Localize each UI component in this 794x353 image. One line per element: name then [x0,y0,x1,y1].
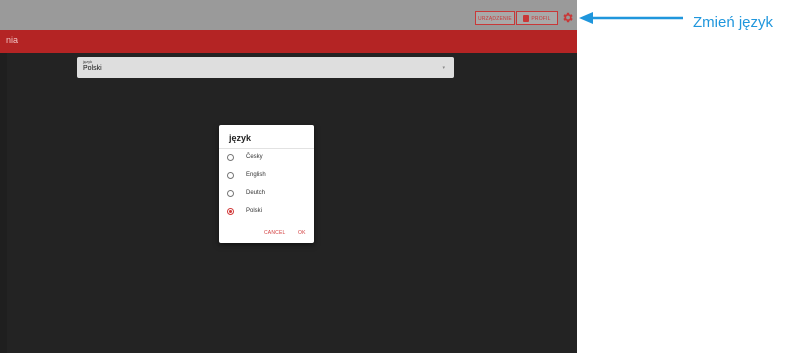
dialog-divider [219,148,314,149]
annotation-label: Zmień język [693,14,774,31]
radio-selected-icon[interactable] [227,208,234,215]
option-label: English [246,172,266,178]
device-button[interactable]: URZĄDZENIE [475,11,515,25]
language-option-deutch[interactable]: Deutch [227,189,307,201]
radio-icon[interactable] [227,154,234,161]
app-window: URZĄDZENIE PROFIL nia język Polski ▾ jęz… [0,0,577,353]
cancel-button[interactable]: CANCEL [264,230,285,236]
annotation-arrow-icon [579,12,683,24]
option-label: Polski [246,208,263,214]
chevron-down-icon: ▾ [442,65,445,71]
language-select[interactable]: język Polski ▾ [77,57,454,78]
profile-button[interactable]: PROFIL [516,11,558,25]
top-bar: URZĄDZENIE PROFIL [0,0,577,30]
language-option-czech[interactable]: Česky [227,153,307,165]
page-title: nia [6,35,19,45]
gear-icon[interactable] [561,11,574,24]
profile-button-label: PROFIL [531,16,551,22]
language-select-value: Polski [83,65,102,72]
option-label: Česky [246,154,263,160]
title-bar: nia [0,30,577,53]
profile-icon [523,15,530,23]
ok-button[interactable]: OK [298,230,306,236]
language-dialog: język Česky English Deutch Polski CANCEL… [219,125,314,243]
language-option-polski[interactable]: Polski [227,207,307,219]
radio-icon[interactable] [227,172,234,179]
dialog-title: język [229,133,252,143]
language-option-english[interactable]: English [227,171,307,183]
language-select-label: język [83,59,93,64]
option-label: Deutch [246,190,266,196]
radio-icon[interactable] [227,190,234,197]
